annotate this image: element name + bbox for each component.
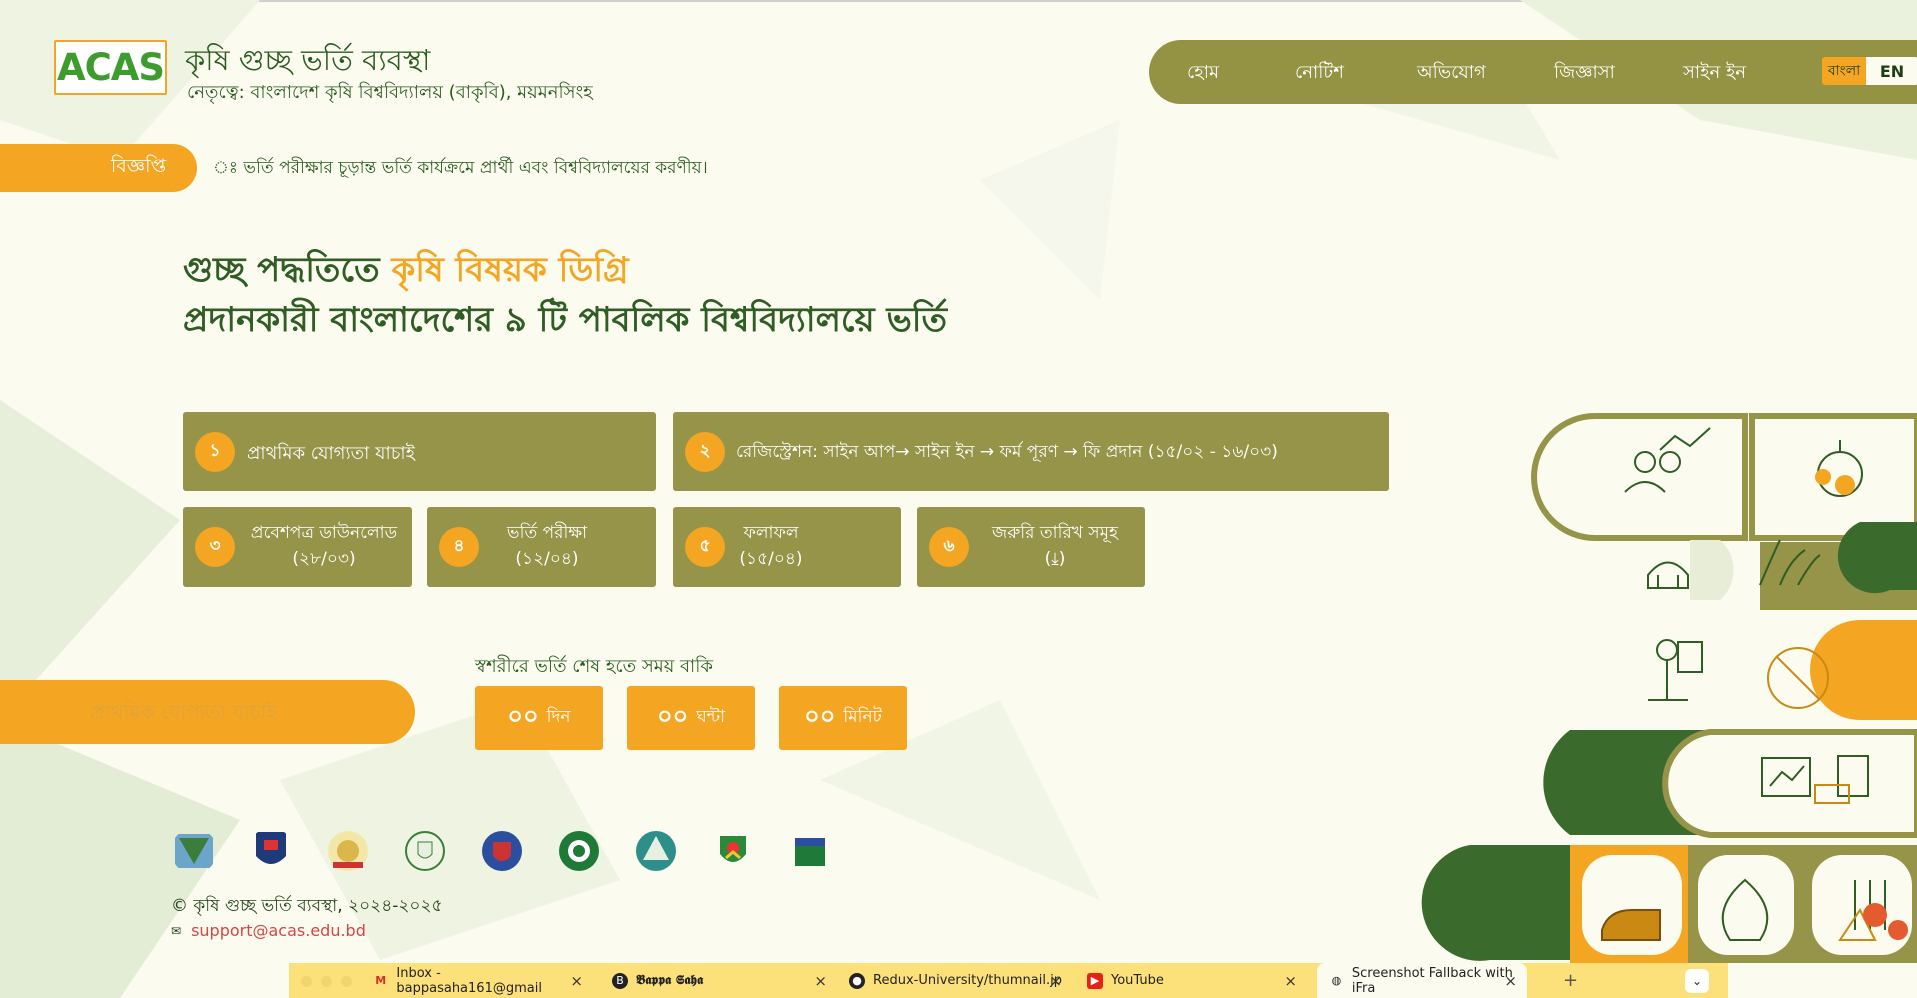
step-label: ভর্তি পরীক্ষা (১২/০৪) bbox=[506, 523, 588, 569]
step-badge: ৩ bbox=[195, 527, 235, 567]
mail-icon: ✉ bbox=[171, 923, 182, 938]
step-label: প্রাথমিক যোগ্যতা যাচাই bbox=[247, 443, 416, 464]
browser-tab-bar: M Inbox - bappasaha161@gmail × B 𝕭𝖆𝖕𝖕𝖆 𝕾𝖆… bbox=[289, 963, 1728, 998]
close-tab-icon[interactable]: × bbox=[1284, 972, 1297, 990]
step-label: প্রবেশপত্র ডাউনলোড (২৮/০৩) bbox=[250, 523, 398, 569]
top-border bbox=[0, 0, 1917, 2]
close-tab-icon[interactable]: × bbox=[1049, 972, 1062, 990]
eligibility-input[interactable] bbox=[90, 698, 390, 726]
minimize-window-icon[interactable] bbox=[321, 976, 332, 987]
new-tab-button[interactable]: + bbox=[1563, 963, 1583, 998]
step-badge: ২ bbox=[685, 432, 725, 472]
step-card-5[interactable]: ৫ ফলাফল (১৫/০৪) bbox=[673, 507, 901, 587]
step-card-4[interactable]: ৪ ভর্তি পরীক্ষা (১২/০৪) bbox=[427, 507, 656, 587]
language-toggle: বাংলা EN bbox=[1822, 57, 1917, 85]
globe-icon: ◍ bbox=[1331, 974, 1342, 987]
agriculture-illustration bbox=[1421, 413, 1917, 963]
chevron-down-icon: ⌄ bbox=[1685, 968, 1709, 993]
university-logo-3[interactable] bbox=[325, 828, 371, 874]
university-logo-5[interactable] bbox=[479, 828, 525, 874]
close-window-icon[interactable] bbox=[301, 976, 312, 987]
university-logo-1[interactable] bbox=[171, 828, 217, 874]
university-logo-7[interactable] bbox=[633, 828, 679, 874]
main-nav: হোম নোটিশ অভিযোগ জিজ্ঞাসা সাইন ইন bbox=[1149, 40, 1917, 104]
hero-accent: কৃষি বিষয়ক ডিগ্রি bbox=[391, 250, 629, 290]
step-card-2[interactable]: ২ রেজিস্ট্রেশন: সাইন আপ→ সাইন ইন → ফর্ম … bbox=[673, 412, 1389, 491]
step-card-6[interactable]: ৬ জরুরি তারিখ সমূহ (⤓) bbox=[917, 507, 1145, 587]
gmail-icon: M bbox=[375, 974, 387, 987]
step-label: জরুরি তারিখ সমূহ (⤓) bbox=[992, 523, 1118, 569]
notice-ticker[interactable]: ঃ ভর্তি পরীক্ষার চূড়ান্ত ভর্তি কার্যক্র… bbox=[213, 155, 708, 183]
nav-sign-in[interactable]: সাইন ইন bbox=[1683, 58, 1746, 89]
browser-tab-youtube[interactable]: ▶ YouTube × bbox=[1087, 963, 1297, 998]
window-controls bbox=[301, 976, 352, 987]
browser-tab-gmail[interactable]: M Inbox - bappasaha161@gmail × bbox=[373, 963, 583, 998]
step-badge: ৬ bbox=[929, 527, 969, 567]
browser-tab-profile[interactable]: B 𝕭𝖆𝖕𝖕𝖆 𝕾𝖆𝖍𝖆 × bbox=[612, 963, 827, 998]
site-subtitle: নেতৃত্বে: বাংলাদেশ কৃষি বিশ্ববিদ্যালয় (… bbox=[187, 82, 593, 103]
university-logo-4[interactable] bbox=[402, 828, 448, 874]
step-badge: ৫ bbox=[685, 527, 725, 567]
university-logo-6[interactable] bbox=[556, 828, 602, 874]
github-icon: ● bbox=[849, 972, 865, 989]
step-badge: ১ bbox=[195, 432, 235, 472]
nav-notice[interactable]: নোটিশ bbox=[1295, 58, 1344, 89]
university-logo-8[interactable] bbox=[710, 828, 756, 874]
browser-tab-github[interactable]: ● Redux-University/thumnail.jp × bbox=[849, 963, 1062, 998]
browser-tab-active[interactable]: ◍ Screenshot Fallback with iFra × bbox=[1317, 963, 1527, 998]
hero-line-1: গুচ্ছ পদ্ধতিতে কৃষি বিষয়ক ডিগ্রি bbox=[183, 250, 629, 290]
step-card-3[interactable]: ৩ প্রবেশপত্র ডাউনলোড (২৮/০৩) bbox=[183, 507, 412, 587]
download-icon: (⤓) bbox=[1044, 549, 1066, 569]
countdown-minutes: ০০ মিনিট bbox=[779, 686, 907, 750]
step-badge: ৪ bbox=[439, 527, 479, 567]
youtube-icon: ▶ bbox=[1087, 972, 1103, 989]
maximize-window-icon[interactable] bbox=[341, 976, 352, 987]
eligibility-bar bbox=[0, 680, 415, 744]
notice-tag: বিজ্ঞপ্তি bbox=[0, 144, 197, 192]
support-email[interactable]: ✉ support@acas.edu.bd bbox=[171, 921, 366, 940]
profile-icon: B bbox=[612, 972, 628, 989]
step-label: ফলাফল (১৫/০৪) bbox=[739, 523, 803, 569]
countdown-label: স্বশরীরে ভর্তি শেষ হতে সময় বাকি bbox=[475, 656, 714, 677]
lang-english-button[interactable]: EN bbox=[1866, 57, 1917, 85]
hero-line-2: প্রদানকারী বাংলাদেশের ৯ টি পাবলিক বিশ্বব… bbox=[183, 300, 948, 340]
countdown-days: ০০ দিন bbox=[475, 686, 603, 750]
acas-logo[interactable]: ACAS bbox=[54, 40, 167, 95]
nav-complaint[interactable]: অভিযোগ bbox=[1417, 58, 1486, 89]
close-tab-icon[interactable]: × bbox=[814, 972, 827, 990]
step-card-1[interactable]: ১ প্রাথমিক যোগ্যতা যাচাই bbox=[183, 412, 656, 491]
close-tab-icon[interactable]: × bbox=[1504, 972, 1517, 990]
nav-inquiry[interactable]: জিজ্ঞাসা bbox=[1554, 58, 1615, 89]
close-tab-icon[interactable]: × bbox=[570, 972, 583, 990]
step-label: রেজিস্ট্রেশন: সাইন আপ→ সাইন ইন → ফর্ম পূ… bbox=[736, 442, 1278, 462]
nav-home[interactable]: হোম bbox=[1187, 58, 1219, 89]
copyright-text: © কৃষি গুচ্ছ ভর্তি ব্যবস্থা, ২০২৪-২০২৫ bbox=[171, 896, 443, 916]
tab-list-button[interactable]: ⌄ bbox=[1685, 963, 1715, 998]
university-logo-2[interactable] bbox=[248, 828, 294, 874]
university-logo-9[interactable] bbox=[787, 828, 833, 874]
lang-bangla-button[interactable]: বাংলা bbox=[1822, 57, 1866, 85]
countdown-hours: ০০ ঘন্টা bbox=[627, 686, 755, 750]
